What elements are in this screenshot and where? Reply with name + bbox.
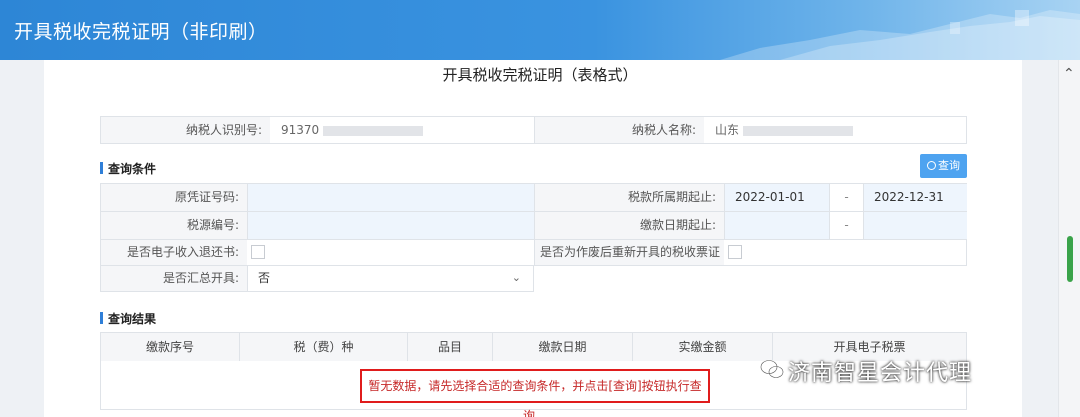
redaction-blur	[323, 125, 424, 136]
payment-date-label: 缴款日期起止:	[534, 212, 724, 239]
e-refund-checkbox[interactable]	[251, 245, 265, 259]
query-row-4: 是否汇总开具: 否 ⌄	[100, 265, 534, 292]
chevron-down-icon: ⌄	[511, 271, 521, 284]
column-header: 品目	[408, 333, 493, 361]
taxpayer-id-label: 纳税人识别号:	[101, 117, 270, 143]
results-section-title: 查询结果	[100, 310, 156, 327]
taxpayer-id-value: 91370	[271, 117, 533, 143]
payment-date-end-input[interactable]	[863, 212, 967, 239]
search-icon	[927, 161, 936, 170]
empty-results-message: 暂无数据，请先选择合适的查询条件，并点击[查询]按钮执行查询。	[360, 369, 710, 417]
search-button[interactable]: 查询	[920, 154, 967, 178]
wechat-icon	[760, 358, 784, 380]
scrollbar-thumb[interactable]	[1067, 236, 1073, 282]
taxpayer-name-text: 山东	[715, 123, 740, 137]
taxpayer-name-label: 纳税人名称:	[534, 117, 704, 143]
taxpayer-info-row: 纳税人识别号: 91370 纳税人名称: 山东	[100, 116, 967, 144]
tax-source-input[interactable]	[247, 212, 534, 239]
watermark-text: 济南智星会计代理	[788, 361, 973, 386]
great-wall-decoration	[720, 10, 1080, 60]
summary-select[interactable]: 否 ⌄	[247, 266, 533, 291]
tax-period-end-input[interactable]: 2022-12-31	[863, 184, 967, 211]
taxpayer-id-text: 91370	[281, 123, 320, 137]
redaction-blur	[742, 125, 853, 136]
tax-source-label: 税源编号:	[101, 212, 247, 239]
tax-period-separator: -	[829, 184, 863, 211]
payment-date-start-input[interactable]	[724, 212, 829, 239]
tax-period-label: 税款所属期起止:	[534, 184, 724, 211]
query-row-2: 税源编号: 缴款日期起止: -	[100, 211, 967, 240]
taxpayer-name-value: 山东	[705, 117, 967, 143]
left-margin	[0, 60, 44, 417]
tax-period-start-input[interactable]: 2022-01-01	[724, 184, 829, 211]
e-refund-label: 是否电子收入退还书:	[101, 240, 247, 265]
query-section-title: 查询条件	[100, 160, 156, 177]
original-cert-label: 原凭证号码:	[101, 184, 247, 211]
search-button-label: 查询	[938, 159, 960, 172]
summary-select-value: 否	[258, 271, 271, 285]
summary-label: 是否汇总开具:	[101, 266, 247, 291]
original-cert-input[interactable]	[247, 184, 534, 211]
reissue-label: 是否为作废后重新开具的税收票证	[534, 240, 724, 265]
column-header: 税（费）种	[240, 333, 408, 361]
payment-date-separator: -	[829, 212, 863, 239]
reissue-checkbox[interactable]	[728, 245, 742, 259]
column-header: 缴款序号	[101, 333, 240, 361]
column-header: 实缴金额	[633, 333, 773, 361]
column-header: 缴款日期	[493, 333, 633, 361]
query-row-3: 是否电子收入退还书: 是否为作废后重新开具的税收票证	[100, 239, 967, 266]
query-row-1: 原凭证号码: 税款所属期起止: 2022-01-01 - 2022-12-31	[100, 183, 967, 212]
page-title: 开具税收完税证明（表格式）	[442, 66, 638, 84]
right-margin	[1022, 60, 1058, 417]
app-header: 开具税收完税证明（非印刷）	[0, 0, 1080, 60]
app-title: 开具税收完税证明（非印刷）	[14, 21, 268, 43]
